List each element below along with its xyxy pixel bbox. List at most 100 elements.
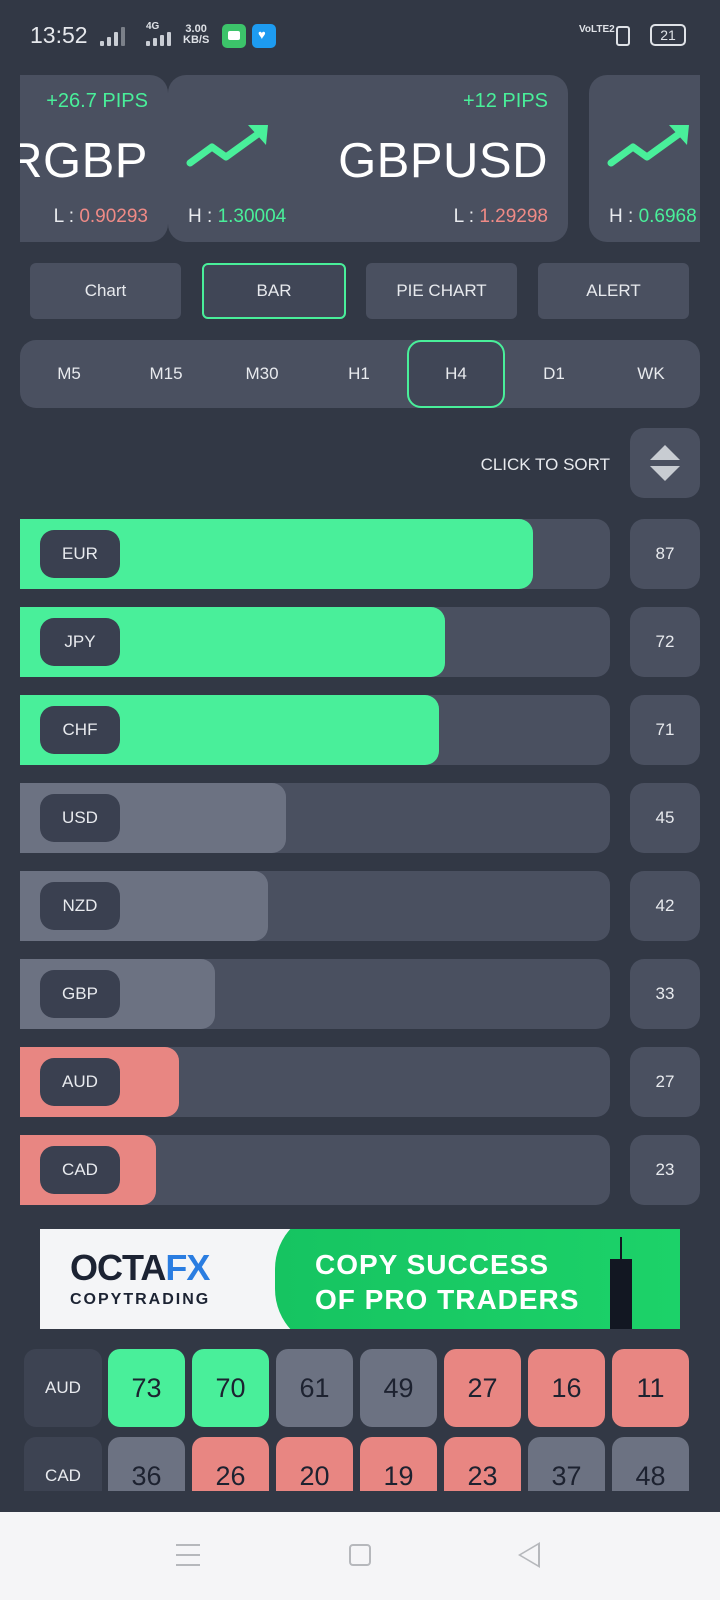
ad-brand-logo: OCTAFX xyxy=(70,1247,210,1288)
matrix-cell[interactable]: 16 xyxy=(528,1349,605,1427)
ticker-card[interactable]: +26.7 PIPS RGBP L : 0.90293 xyxy=(20,75,168,242)
matrix-cell[interactable]: 37 xyxy=(528,1437,605,1491)
strength-score: 45 xyxy=(630,783,700,853)
signal-icon xyxy=(146,32,171,46)
currency-label: AUD xyxy=(40,1058,120,1106)
timeframe-m15[interactable]: M15 xyxy=(117,340,215,408)
strength-track: GBP xyxy=(20,959,610,1029)
tab-chart[interactable]: Chart xyxy=(30,263,181,319)
trend-up-icon xyxy=(607,125,689,167)
strength-row[interactable]: EUR 87 xyxy=(20,519,700,589)
strength-row[interactable]: USD 45 xyxy=(20,783,700,853)
status-time: 13:52 xyxy=(30,22,88,48)
tab-bar[interactable]: BAR xyxy=(202,263,346,319)
strength-row[interactable]: GBP 33 xyxy=(20,959,700,1029)
matrix-cell[interactable]: 11 xyxy=(612,1349,689,1427)
timeframe-m30[interactable]: M30 xyxy=(213,340,311,408)
back-icon[interactable] xyxy=(518,1542,540,1568)
matrix-cell[interactable]: 61 xyxy=(276,1349,353,1427)
tab-pie-chart[interactable]: PIE CHART xyxy=(366,263,517,319)
currency-label: CAD xyxy=(40,1146,120,1194)
vibrate-icon xyxy=(616,26,630,46)
strength-row[interactable]: AUD 27 xyxy=(20,1047,700,1117)
sort-label[interactable]: CLICK TO SORT xyxy=(481,455,610,475)
strength-track: USD xyxy=(20,783,610,853)
signal-icon xyxy=(100,26,125,46)
timeframe-wk[interactable]: WK xyxy=(602,340,700,408)
ticker-pair: GBPUSD xyxy=(338,134,548,188)
matrix-cell[interactable]: 49 xyxy=(360,1349,437,1427)
timeframe-selector: M5 M15 M30 H1 H4 D1 WK xyxy=(20,340,700,408)
matrix-currency-label: CAD xyxy=(24,1437,102,1491)
matrix-row: AUD 73 70 61 49 27 16 11 xyxy=(24,1349,700,1427)
matrix-cell[interactable]: 26 xyxy=(192,1437,269,1491)
ticker-pips: +26.7 PIPS xyxy=(46,90,148,112)
matrix-cell[interactable]: 19 xyxy=(360,1437,437,1491)
matrix-cell[interactable]: 73 xyxy=(108,1349,185,1427)
currency-label: EUR xyxy=(40,530,120,578)
matrix-row: CAD 36 26 20 19 23 37 48 xyxy=(24,1437,700,1491)
timeframe-d1[interactable]: D1 xyxy=(505,340,603,408)
ticker-high: H : 1.30004 xyxy=(188,206,287,227)
strength-track: AUD xyxy=(20,1047,610,1117)
ticker-high: H : 0.6968 xyxy=(609,206,697,227)
ticker-low: L : 0.90293 xyxy=(53,206,148,227)
timeframe-h4[interactable]: H4 xyxy=(407,340,505,408)
menu-icon[interactable] xyxy=(176,1544,200,1566)
strength-score: 33 xyxy=(630,959,700,1029)
ad-banner[interactable]: OCTAFX COPYTRADING COPY SUCCESS OF PRO T… xyxy=(40,1229,680,1329)
matrix-cell[interactable]: 20 xyxy=(276,1437,353,1491)
strength-track: CAD xyxy=(20,1135,610,1205)
trend-up-icon xyxy=(186,125,268,167)
battery-icon: 21 xyxy=(650,24,686,46)
currency-label: CHF xyxy=(40,706,120,754)
strength-row[interactable]: CHF 71 xyxy=(20,695,700,765)
strength-track: CHF xyxy=(20,695,610,765)
strength-score: 87 xyxy=(630,519,700,589)
strength-track: JPY xyxy=(20,607,610,677)
matrix-cell[interactable]: 48 xyxy=(612,1437,689,1491)
matrix-cell[interactable]: 27 xyxy=(444,1349,521,1427)
message-app-icon xyxy=(222,24,246,48)
matrix-cell[interactable]: 70 xyxy=(192,1349,269,1427)
strength-row[interactable]: NZD 42 xyxy=(20,871,700,941)
volte-indicator: VoLTE2 xyxy=(579,24,615,35)
strength-score: 42 xyxy=(630,871,700,941)
strength-track: NZD xyxy=(20,871,610,941)
tab-alert[interactable]: ALERT xyxy=(538,263,689,319)
twitter-app-icon xyxy=(252,24,276,48)
currency-label: GBP xyxy=(40,970,120,1018)
ad-candle-icon xyxy=(610,1259,632,1329)
strength-row[interactable]: CAD 23 xyxy=(20,1135,700,1205)
ticker-carousel[interactable]: +26.7 PIPS RGBP L : 0.90293 +12 PIPS GBP… xyxy=(20,75,700,242)
status-bar: 13:52 4G 3.00 KB/S VoLTE2 21 xyxy=(0,0,720,70)
ticker-low: L : 1.29298 xyxy=(453,206,548,227)
strength-track: EUR xyxy=(20,519,610,589)
strength-score: 72 xyxy=(630,607,700,677)
currency-label: NZD xyxy=(40,882,120,930)
timeframe-m5[interactable]: M5 xyxy=(20,340,118,408)
ticker-pair: RGBP xyxy=(20,134,148,188)
ticker-pips: +12 PIPS xyxy=(462,90,548,112)
currency-label: JPY xyxy=(40,618,120,666)
chart-type-tabs: Chart BAR PIE CHART ALERT xyxy=(30,263,690,319)
strength-matrix[interactable]: AUD 73 70 61 49 27 16 11 CAD 36 26 20 19 23 37 48 xyxy=(24,1349,700,1491)
network-type: 4G xyxy=(146,21,160,32)
matrix-currency-label: AUD xyxy=(24,1349,102,1427)
matrix-cell[interactable]: 36 xyxy=(108,1437,185,1491)
sort-icon[interactable] xyxy=(630,428,700,498)
ad-tagline-1: COPY SUCCESS xyxy=(315,1249,549,1280)
ad-tagline-2: OF PRO TRADERS xyxy=(315,1284,580,1315)
strength-score: 27 xyxy=(630,1047,700,1117)
strength-row[interactable]: JPY 72 xyxy=(20,607,700,677)
ticker-card[interactable]: +12 PIPS GBPUSD H : 1.30004 L : 1.29298 xyxy=(168,75,568,242)
ticker-card[interactable]: H : 0.6968 xyxy=(589,75,700,242)
strength-score: 71 xyxy=(630,695,700,765)
ad-brand-subtitle: COPYTRADING xyxy=(70,1291,211,1308)
network-speed: 3.00 KB/S xyxy=(183,23,210,46)
timeframe-h1[interactable]: H1 xyxy=(310,340,408,408)
matrix-cell[interactable]: 23 xyxy=(444,1437,521,1491)
home-icon[interactable] xyxy=(349,1544,371,1566)
currency-label: USD xyxy=(40,794,120,842)
system-nav-bar xyxy=(0,1512,720,1600)
